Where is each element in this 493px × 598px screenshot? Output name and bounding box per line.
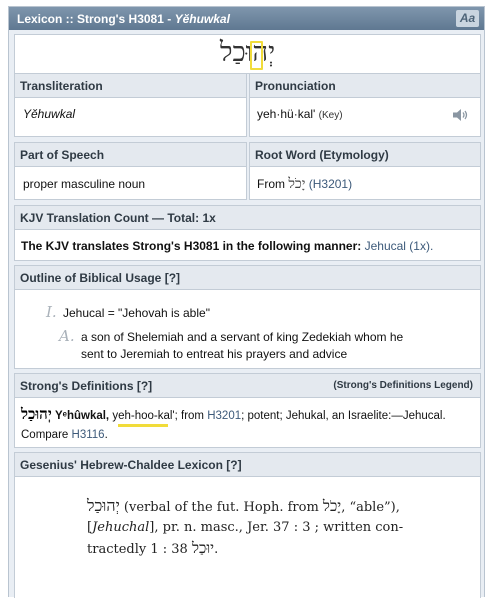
part-of-speech-value: proper masculine noun — [23, 177, 146, 191]
gesenius-line-2: [Jehuchal], pr. n. masc., Jer. 37 : 3 ; … — [87, 518, 417, 538]
pronunciation-header: Pronunciation — [250, 74, 480, 98]
outline-numeral-1: I. — [46, 303, 57, 321]
outline-item-1: Jehucal = "Jehovah is able" — [63, 306, 210, 320]
outline-item-2-line1: a son of Shelemiah and a servant of king… — [81, 330, 404, 344]
strongs-header: Strong's Definitions [?] (Strong's Defin… — [15, 374, 480, 398]
gesenius-hebrew-2: יָכֹל — [322, 497, 342, 515]
transliteration-box: Transliteration Yĕhuwkal — [14, 73, 247, 137]
strongs-header-label: Strong's Definitions [?] — [20, 379, 153, 393]
gesenius-line-3: tractedly יוּכַל 38 : 1. — [87, 538, 417, 560]
pronunciation-value: yeh·hü·kal' — [257, 107, 316, 121]
root-word-box: Root Word (Etymology) From יָכֹל (H3201) — [249, 142, 481, 200]
pronunciation-underline — [118, 424, 168, 427]
strongs-pron: yeh-hoo-kal' — [112, 410, 175, 422]
root-word-ref[interactable]: (H3201) — [309, 177, 352, 191]
gesenius-entry: יְהוּכַל (verbal of the fut. Hoph. from … — [87, 496, 417, 560]
title-prefix: Lexicon :: Strong's H3081 - — [17, 12, 175, 26]
pronunciation-text: yeh·hü·kal' (Key) — [257, 107, 343, 121]
gesenius-line-1: יְהוּכַל (verbal of the fut. Hoph. from … — [87, 496, 417, 518]
font-size-button[interactable]: Aa — [456, 10, 479, 27]
gesenius-line-2b: ], pr. n. masc., Jer. 37 : 3 ; written c… — [149, 520, 404, 535]
strongs-translit: Yᵉhûwkal, — [54, 410, 110, 422]
kjv-count-bold: The KJV translates Strong's H3081 in the… — [21, 239, 362, 253]
gesenius-line-1b: , “able”), — [341, 500, 400, 515]
headword-box: יְהוּכַל — [14, 34, 481, 74]
panel-titlebar: Lexicon :: Strong's H3081 - Yĕhuwkal Aa — [9, 7, 484, 30]
speaker-icon[interactable] — [452, 108, 470, 122]
part-of-speech-header: Part of Speech — [15, 143, 246, 167]
gesenius-line-3a: tractedly — [87, 542, 151, 557]
strongs-ref-2[interactable]: H3116 — [72, 429, 105, 441]
strongs-line-1: יְהוּכַל Yᵉhûwkal, yeh-hoo-kal'; from H3… — [21, 405, 446, 424]
strongs-text-4: . — [104, 429, 108, 441]
strongs-text-3: Compare — [21, 429, 69, 441]
strongs-text-2: ; potent; Jehukal, an Israelite:—Jehucal… — [241, 410, 446, 422]
root-word-header: Root Word (Etymology) — [250, 143, 480, 167]
letter-highlight — [250, 41, 263, 70]
part-of-speech-box: Part of Speech proper masculine noun — [14, 142, 247, 200]
pronunciation-box: Pronunciation yeh·hü·kal' (Key) — [249, 73, 481, 137]
headword-hebrew: יְהוּכַל — [219, 37, 276, 68]
strongs-legend-link[interactable]: (Strong's Definitions Legend) — [333, 380, 473, 391]
kjv-count-box: KJV Translation Count — Total: 1x The KJ… — [14, 205, 481, 261]
strongs-box: Strong's Definitions [?] (Strong's Defin… — [14, 373, 481, 448]
outline-header: Outline of Biblical Usage [?] — [15, 266, 480, 290]
kjv-count-header: KJV Translation Count — Total: 1x — [15, 206, 480, 230]
root-word-text: From יָכֹל (H3201) — [257, 176, 352, 193]
kjv-rendering-link[interactable]: Jehucal (1x). — [365, 239, 434, 253]
outline-item-2-line2: sent to Jeremiah to entreat his prayers … — [81, 347, 348, 361]
gesenius-box: Gesenius' Hebrew-Chaldee Lexicon [?] יְה… — [14, 452, 481, 598]
root-word-from: From — [257, 177, 285, 191]
lexicon-panel: Lexicon :: Strong's H3081 - Yĕhuwkal Aa … — [8, 6, 485, 598]
root-word-hebrew[interactable]: יָכֹל — [288, 176, 305, 192]
strongs-text-1: ; from — [174, 410, 205, 422]
transliteration-value: Yĕhuwkal — [23, 107, 76, 121]
strongs-hebrew: יְהוּכַל — [21, 405, 52, 423]
outline-box: Outline of Biblical Usage [?] I. Jehucal… — [14, 265, 481, 369]
strongs-line-2: Compare H3116. — [21, 429, 108, 441]
kjv-count-text: The KJV translates Strong's H3081 in the… — [21, 239, 433, 253]
title-word: Yĕhuwkal — [174, 12, 230, 26]
gesenius-header: Gesenius' Hebrew-Chaldee Lexicon [?] — [15, 453, 480, 477]
gesenius-hebrew-3: יוּכַל — [191, 539, 215, 557]
outline-numeral-2: A. — [59, 327, 75, 345]
transliteration-header: Transliteration — [15, 74, 246, 98]
pronunciation-key-link[interactable]: (Key) — [319, 110, 343, 121]
gesenius-hebrew-1: יְהוּכַל — [87, 496, 120, 515]
strongs-ref-1[interactable]: H3201 — [207, 410, 241, 422]
gesenius-line-2-italic: Jehuchal — [92, 520, 150, 535]
gesenius-line-1a: (verbal of the fut. Hoph. from — [119, 500, 323, 515]
